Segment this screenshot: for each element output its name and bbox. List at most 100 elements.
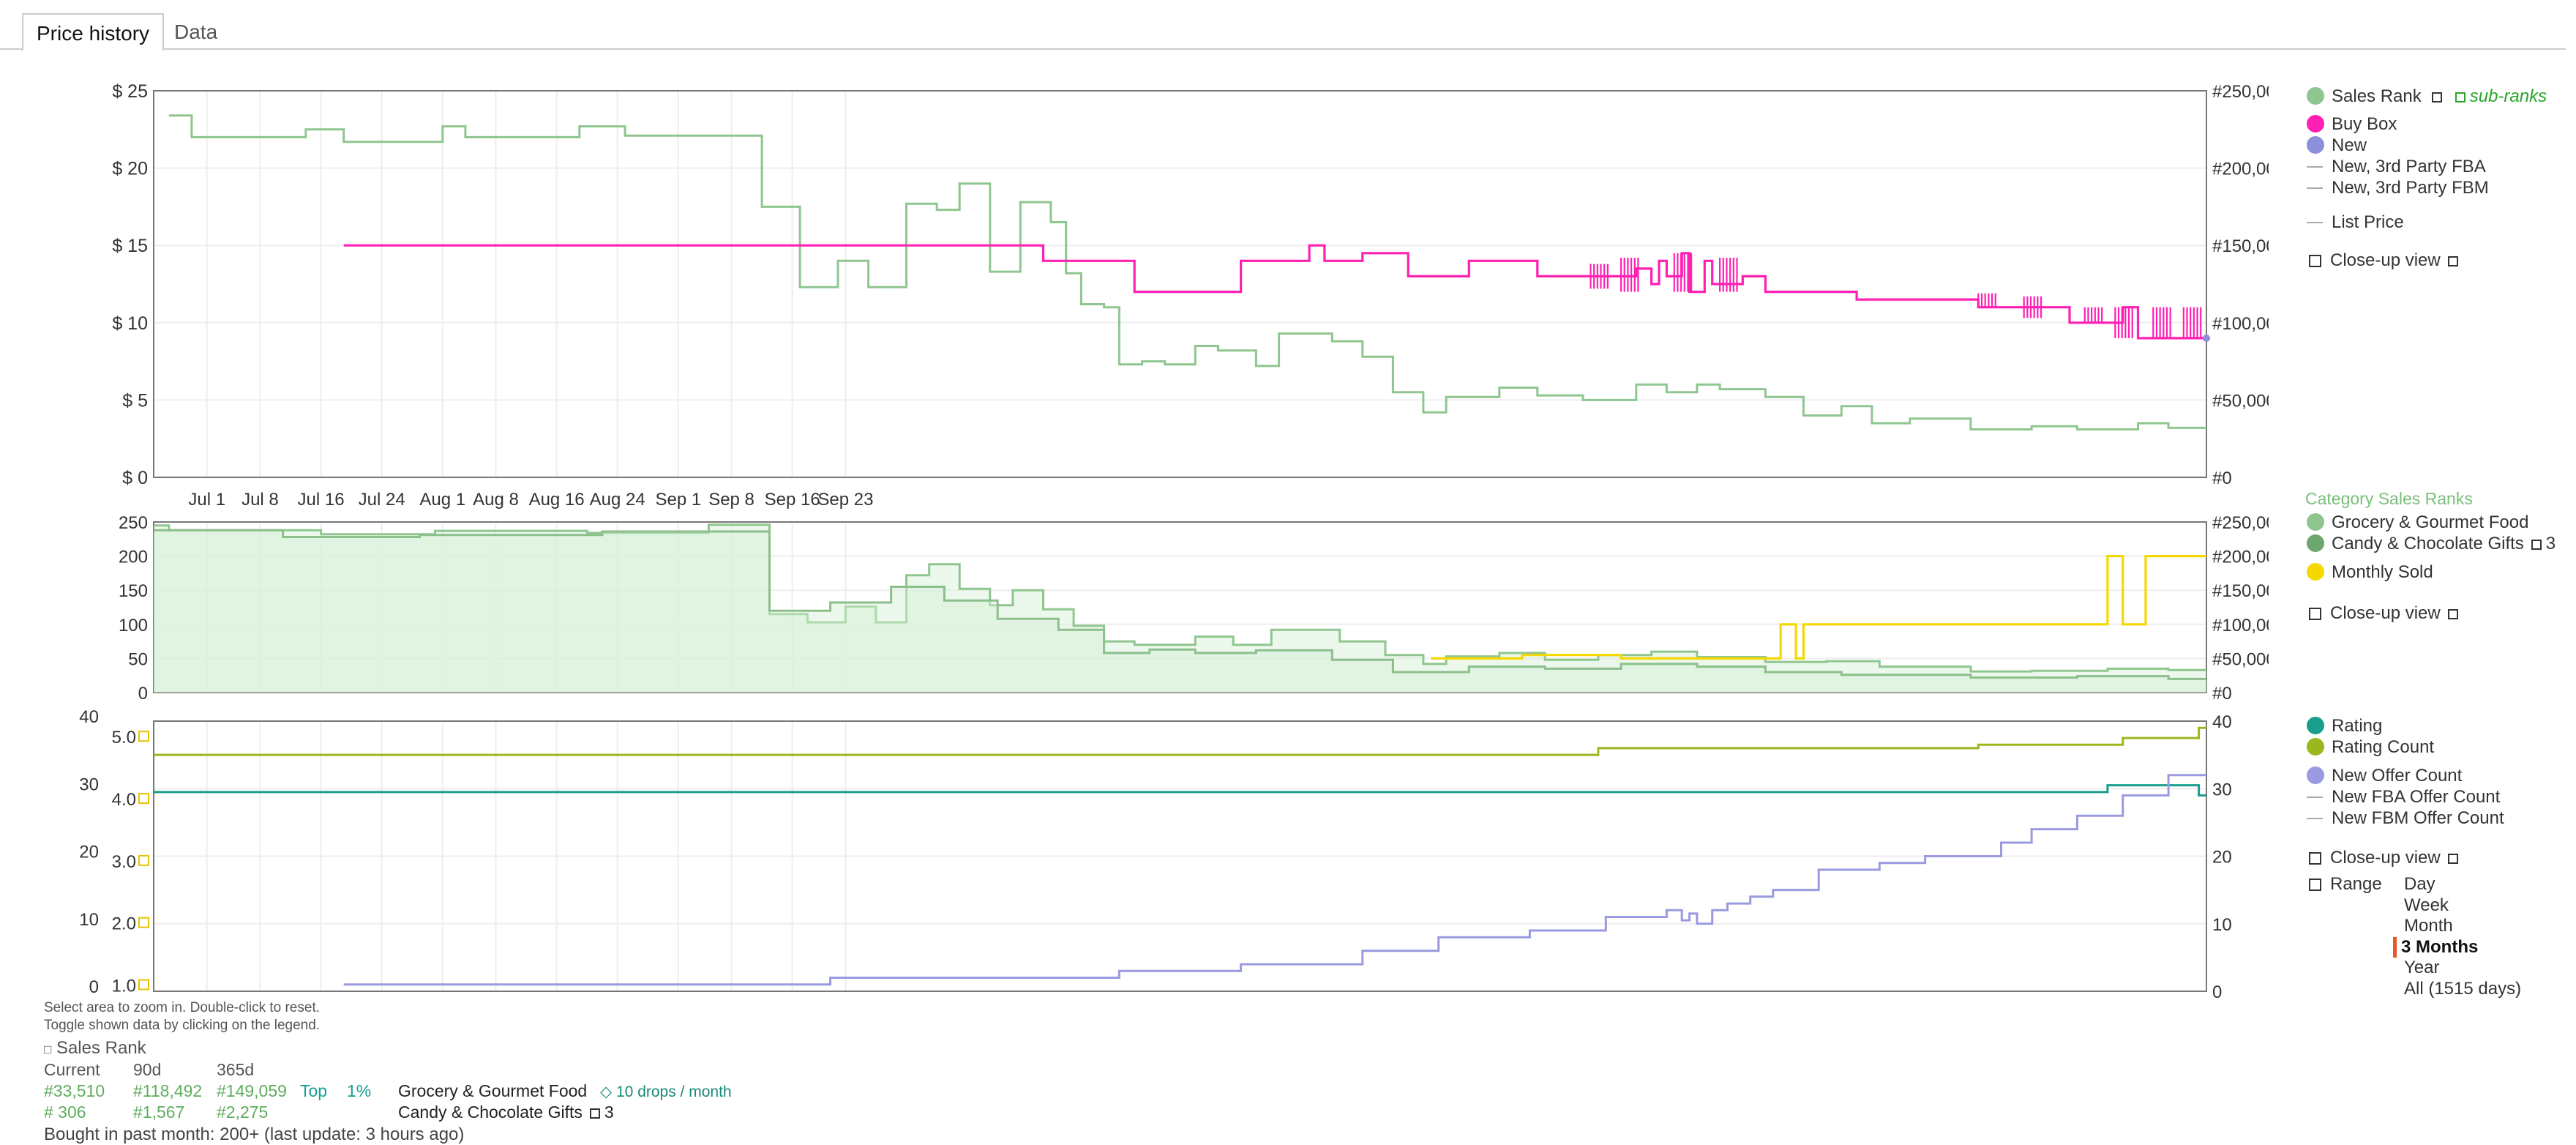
y-tick-label-left: 100 <box>119 616 148 635</box>
y-tick-label-left: $ 15 <box>112 236 148 256</box>
close-up-bottom-option[interactable] <box>2447 854 2458 864</box>
y-tick-label-left: 150 <box>119 581 148 601</box>
close-up-bottom[interactable]: Close-up view <box>2309 848 2463 868</box>
stats-header-365d: 365d <box>217 1060 255 1079</box>
category-1[interactable]: Grocery & Gourmet Food <box>398 1081 587 1101</box>
range-option-selected[interactable]: 3 Months <box>2393 936 2478 958</box>
range-option[interactable]: Week <box>2404 895 2449 916</box>
close-up-top[interactable]: Close-up view <box>2309 250 2463 271</box>
legend-new-fba[interactable]: New, 3rd Party FBA <box>2307 157 2486 177</box>
sub-ranks-label[interactable]: sub-ranks <box>2470 86 2547 106</box>
y-tick-label-right: 0 <box>2212 982 2222 1002</box>
y-tick-label-right: 10 <box>2212 915 2232 935</box>
x-tick-label: Aug 16 <box>529 490 585 510</box>
y-tick-label-right: #100,000 <box>2212 616 2269 635</box>
legend-monthly-sold[interactable]: Monthly Sold <box>2307 562 2433 583</box>
legend-list-price[interactable]: List Price <box>2307 212 2404 233</box>
y-tick-label-left: 20 <box>79 843 99 862</box>
rating-count-dot <box>2307 738 2324 756</box>
rating-tick-label: 5.0 <box>112 728 136 747</box>
y-tick-label-right: #150,000 <box>2212 581 2269 601</box>
drops-per-month: ◇ 10 drops / month <box>600 1083 732 1101</box>
range-toggle[interactable]: Range <box>2309 874 2382 895</box>
legend-sales-rank-label: Sales Rank <box>2332 86 2422 106</box>
legend-grocery-label: Grocery & Gourmet Food <box>2332 512 2529 532</box>
y-tick-label-right: #200,000 <box>2212 548 2269 567</box>
y-tick-label-left: 200 <box>119 548 148 567</box>
range-option[interactable]: Day <box>2404 874 2435 895</box>
rank-current: #33,510 <box>44 1081 105 1100</box>
sub-ranks-checkbox[interactable] <box>2455 92 2465 102</box>
y-tick-label-left: $ 0 <box>122 468 148 488</box>
category-2-checkbox[interactable] <box>589 1108 600 1119</box>
y-tick-label-right: #50,000 <box>2212 391 2269 411</box>
cat-rank-current: # 306 <box>44 1103 86 1122</box>
close-up-mid[interactable]: Close-up view <box>2309 603 2463 624</box>
y-tick-label-left: $ 10 <box>112 313 148 334</box>
new-fbm-offer-dash <box>2307 818 2323 819</box>
series-line <box>343 244 2206 340</box>
legend-candy-label: Candy & Chocolate Gifts <box>2332 534 2524 553</box>
plot-frame <box>153 90 2207 478</box>
y-tick-label-left: $ 20 <box>112 159 148 179</box>
stats-title-row[interactable]: □ Sales Rank <box>44 1038 146 1059</box>
x-tick-label: Jul 1 <box>188 490 225 510</box>
legend-new[interactable]: New <box>2307 135 2367 156</box>
range-option[interactable]: Year <box>2404 958 2440 978</box>
rating-tick-marker <box>138 854 149 866</box>
candy-dot <box>2307 534 2324 552</box>
y-tick-label-right: 30 <box>2212 780 2232 799</box>
close-up-mid-checkbox[interactable] <box>2309 608 2321 620</box>
x-tick-label: Sep 16 <box>765 490 820 510</box>
legend-rating[interactable]: Rating <box>2307 716 2382 736</box>
legend-grocery[interactable]: Grocery & Gourmet Food <box>2307 512 2528 533</box>
price-history-chart[interactable]: $ 0 $ 5 $ 10 $ 15 $ 20 $ 25 #0 #50,000 #100,000 #… <box>0 0 2269 1142</box>
new-offer-dot <box>2307 767 2324 784</box>
close-up-mid-option[interactable] <box>2447 609 2458 619</box>
close-up-top-option[interactable] <box>2447 256 2458 266</box>
rating-tick-marker <box>138 979 149 991</box>
legend-list-price-label: List Price <box>2332 212 2404 232</box>
close-up-top-checkbox[interactable] <box>2309 255 2321 267</box>
rank-90d: #118,492 <box>133 1081 203 1100</box>
new-fba-dash <box>2307 166 2323 168</box>
y-tick-label-right: #200,000 <box>2212 160 2269 179</box>
sales-rank-dot <box>2307 87 2324 105</box>
list-price-dash <box>2307 222 2323 223</box>
x-tick-label: Sep 1 <box>655 490 701 510</box>
category-2[interactable]: Candy & Chocolate Gifts 3 <box>398 1103 614 1122</box>
x-tick-label: Jul 8 <box>242 490 279 510</box>
y-tick-label-left: $ 5 <box>122 390 148 411</box>
y-tick-label-left: 40 <box>79 707 99 727</box>
series-line <box>343 774 2206 986</box>
close-up-bottom-checkbox[interactable] <box>2309 852 2321 865</box>
x-tick-label: Aug 24 <box>590 490 645 510</box>
range-option[interactable]: All (1515 days) <box>2404 979 2521 999</box>
range-label: Range <box>2330 874 2382 894</box>
legend-sales-rank[interactable]: Sales Rank sub-ranks <box>2307 86 2547 107</box>
legend-new-offer[interactable]: New Offer Count <box>2307 766 2462 786</box>
sales-rank-checkbox[interactable] <box>2431 92 2442 102</box>
y-tick-label-left: 0 <box>138 684 148 704</box>
series-line <box>168 114 2206 430</box>
legend-candy[interactable]: Candy & Chocolate Gifts 3 <box>2307 534 2556 554</box>
legend-new-fbm-offer-label: New FBM Offer Count <box>2332 808 2504 828</box>
legend-new-fbm[interactable]: New, 3rd Party FBM <box>2307 178 2489 198</box>
new-dot <box>2307 136 2324 154</box>
new-fba-offer-dash <box>2307 797 2323 798</box>
stats-title: Sales Rank <box>56 1038 146 1058</box>
x-tick-label: Sep 23 <box>817 490 873 510</box>
y-tick-label-right: #0 <box>2212 469 2232 488</box>
candy-checkbox[interactable] <box>2531 540 2542 550</box>
legend-new-fbm-offer[interactable]: New FBM Offer Count <box>2307 808 2504 829</box>
rating-tick-marker <box>138 793 149 805</box>
legend-rating-count[interactable]: Rating Count <box>2307 737 2434 758</box>
legend-new-fba-label: New, 3rd Party FBA <box>2332 157 2486 176</box>
y-tick-label-left: $ 25 <box>112 81 148 102</box>
legend-new-fba-offer[interactable]: New FBA Offer Count <box>2307 787 2500 808</box>
range-checkbox[interactable] <box>2309 879 2321 891</box>
range-option[interactable]: Month <box>2404 916 2453 936</box>
x-tick-label: Aug 8 <box>473 490 519 510</box>
legend-buy-box[interactable]: Buy Box <box>2307 114 2397 135</box>
y-tick-label-right: #100,000 <box>2212 314 2269 334</box>
